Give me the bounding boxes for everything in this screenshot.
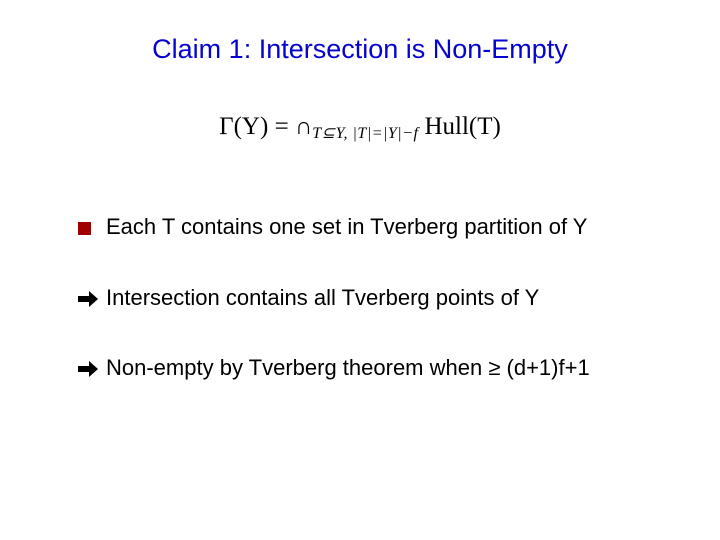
list-item: Each T contains one set in Tverberg part…: [78, 213, 680, 242]
list-item: Intersection contains all Tverberg point…: [78, 284, 680, 313]
formula-hull: Hull: [424, 113, 468, 140]
slide-title: Claim 1: Intersection is Non-Empty: [70, 34, 650, 65]
list-item: Non-empty by Tverberg theorem when ≥ (d+…: [78, 354, 680, 383]
bullet-list: Each T contains one set in Tverberg part…: [78, 213, 680, 383]
intersection-symbol: ∩: [295, 114, 312, 140]
arrow-right-icon: [78, 284, 104, 310]
formula: Γ(Y) = ∩T⊆Y, |T|=|Y|−f Hull(T): [40, 113, 680, 141]
formula-eq: =: [268, 113, 295, 140]
slide: Claim 1: Intersection is Non-Empty Γ(Y) …: [0, 0, 720, 540]
formula-subscript: T⊆Y, |T|=|Y|−f: [312, 125, 418, 142]
formula-lhs: Γ(Y): [219, 113, 268, 140]
bullet-text: Each T contains one set in Tverberg part…: [106, 213, 587, 242]
formula-hull-arg: (T): [469, 113, 501, 140]
bullet-text: Intersection contains all Tverberg point…: [106, 284, 539, 313]
bullet-text: Non-empty by Tverberg theorem when ≥ (d+…: [106, 354, 590, 383]
square-bullet-icon: [78, 213, 104, 239]
arrow-right-icon: [78, 354, 104, 380]
